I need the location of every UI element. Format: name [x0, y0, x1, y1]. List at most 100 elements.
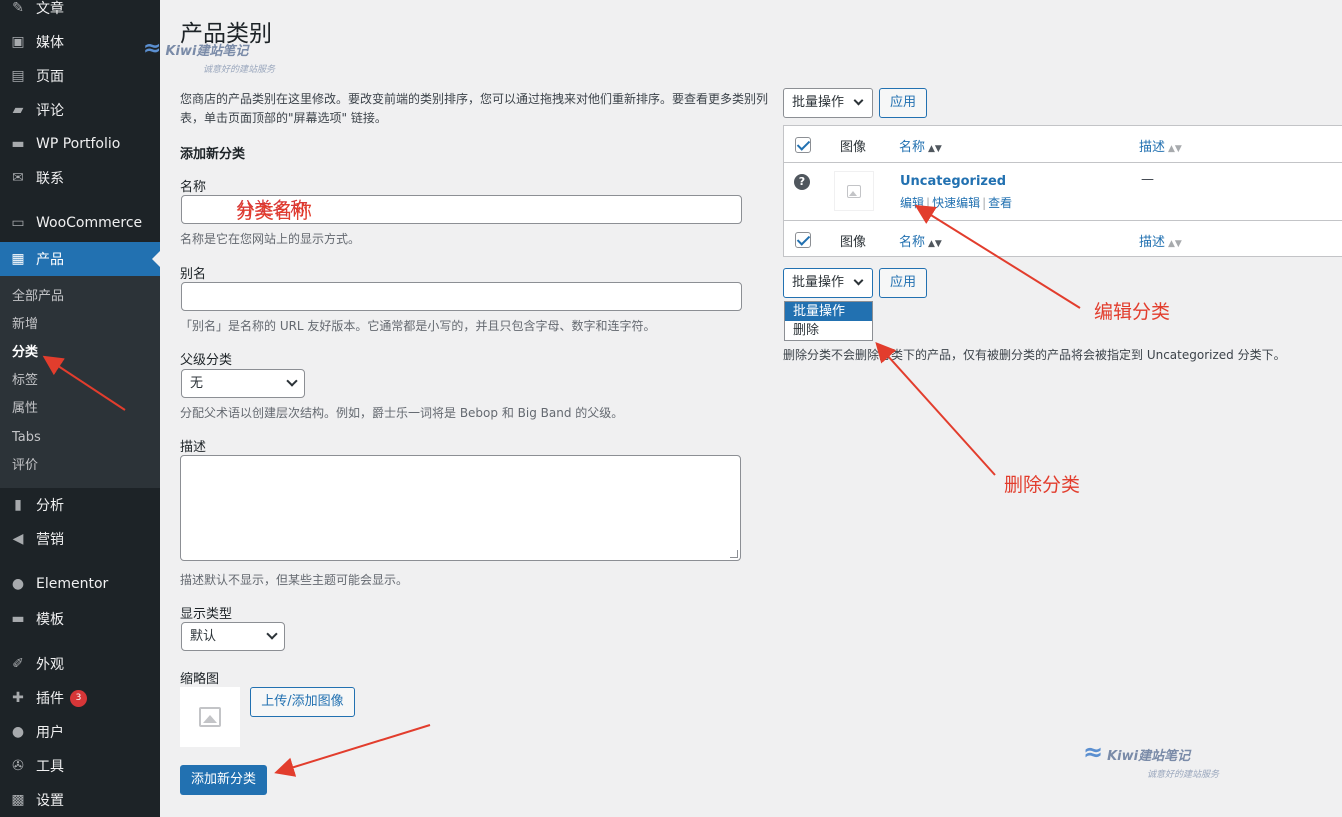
arrow-to-add-button — [274, 724, 431, 777]
description-textarea[interactable] — [180, 455, 741, 561]
sort-icon: ▲▼ — [1168, 144, 1182, 154]
watermark-bottom: ≈ Kiwi建站笔记 诚意好的建站服务 — [1083, 738, 1220, 780]
menu-templates[interactable]: ▬ 模板 — [0, 602, 160, 636]
col-name-footer[interactable]: 名称 ▲▼ — [899, 231, 942, 250]
submenu-tags[interactable]: 标签 — [12, 371, 38, 391]
media-icon: ▣ — [11, 34, 25, 50]
chevron-down-icon — [266, 628, 278, 640]
menu-media[interactable]: ▣ 媒体 — [0, 25, 160, 59]
bulk-actions-select-top[interactable]: 批量操作 — [783, 88, 873, 118]
products-submenu: 全部产品 新增 分类 标签 属性 Tabs 评价 — [0, 276, 160, 488]
menu-contact[interactable]: ✉ 联系 — [0, 161, 160, 195]
bulk-actions-select-bottom[interactable]: 批量操作 — [783, 268, 873, 298]
categories-table: 图像 名称 ▲▼ 描述 ▲▼ ? Uncategorized 编辑 | 快速编辑 | 查看 … — [783, 125, 1342, 257]
parent-select[interactable]: 无 — [181, 369, 305, 398]
admin-sidebar: ✎ 文章 ▣ 媒体 ▤ 页面 ▰ 评论 ▬ WP Portfolio ✉ 联系 ▭ WooCo… — [0, 0, 160, 817]
col-image-footer: 图像 — [840, 235, 867, 250]
watermark-top: ≈ Kiwi建站笔记 诚意好的建站服务 — [143, 36, 276, 75]
apply-button-bottom[interactable]: 应用 — [879, 268, 927, 298]
image-placeholder-icon — [199, 707, 221, 727]
pin-icon: ✎ — [12, 0, 24, 16]
slug-label: 别名 — [180, 267, 207, 282]
menu-woocommerce[interactable]: ▭ WooCommerce — [0, 206, 160, 240]
submenu-add-new[interactable]: 新增 — [12, 315, 38, 335]
menu-pages[interactable]: ▤ 页面 — [0, 59, 160, 93]
submenu-tabs[interactable]: Tabs — [12, 428, 41, 448]
dropdown-option-bulk[interactable]: 批量操作 — [785, 302, 872, 321]
form-heading: 添加新分类 — [180, 147, 246, 162]
help-icon: ? — [794, 174, 810, 190]
slug-input[interactable] — [181, 282, 742, 311]
header-divider — [784, 162, 1342, 163]
col-name-header[interactable]: 名称 ▲▼ — [899, 136, 942, 155]
watermark-logo-icon: ≈ — [143, 36, 162, 61]
menu-plugins[interactable]: ✚ 插件 3 — [0, 681, 160, 715]
row-edit-link[interactable]: 编辑 — [900, 196, 924, 210]
folder-icon: ▬ — [11, 611, 25, 627]
mail-icon: ✉ — [12, 170, 24, 186]
row-view-link[interactable]: 查看 — [988, 196, 1012, 210]
archive-icon: ▦ — [11, 251, 25, 267]
col-desc-footer[interactable]: 描述 ▲▼ — [1139, 231, 1182, 250]
annotation-edit: 编辑分类 — [1094, 301, 1171, 323]
submenu-categories[interactable]: 分类 — [12, 343, 38, 363]
row-actions: 编辑 | 快速编辑 | 查看 — [900, 196, 1013, 210]
menu-tools[interactable]: ✇ 工具 — [0, 749, 160, 783]
bar-chart-icon: ▮ — [14, 497, 22, 513]
watermark-logo-icon: ≈ — [1083, 738, 1104, 766]
select-all-checkbox[interactable] — [795, 137, 811, 153]
menu-users[interactable]: ● 用户 — [0, 715, 160, 749]
submenu-attributes[interactable]: 属性 — [12, 399, 38, 419]
plugin-icon: ✚ — [12, 690, 24, 706]
add-category-button[interactable]: 添加新分类 — [180, 765, 267, 795]
menu-posts[interactable]: ✎ 文章 — [0, 0, 160, 25]
col-image-header: 图像 — [840, 140, 867, 155]
thumbnail-preview — [180, 687, 240, 747]
wrench-icon: ✇ — [12, 758, 24, 774]
brush-icon: ✐ — [12, 656, 24, 672]
parent-description: 分配父术语以创建层次结构。例如，爵士乐一词将是 Bebop 和 Big Band… — [180, 406, 624, 420]
sort-icon: ▲▼ — [1168, 239, 1182, 249]
user-icon: ● — [11, 724, 25, 740]
annotation-name: 分类名称 — [236, 201, 313, 223]
arrow-to-delete — [875, 342, 996, 476]
menu-wp-portfolio[interactable]: ▬ WP Portfolio — [0, 127, 160, 161]
display-type-select[interactable]: 默认 — [181, 622, 285, 651]
display-type-label: 显示类型 — [180, 607, 233, 622]
chevron-down-icon — [853, 95, 864, 106]
upload-image-button[interactable]: 上传/添加图像 — [250, 687, 355, 717]
page-icon: ▤ — [11, 68, 25, 84]
name-description: 名称是它在您网站上的显示方式。 — [180, 232, 361, 246]
comment-icon: ▰ — [12, 102, 24, 118]
settings-icon: ▩ — [11, 792, 25, 808]
menu-settings[interactable]: ▩ 设置 — [0, 783, 160, 817]
col-desc-header[interactable]: 描述 ▲▼ — [1139, 136, 1182, 155]
name-label: 名称 — [180, 180, 207, 195]
menu-appearance[interactable]: ✐ 外观 — [0, 647, 160, 681]
image-placeholder-icon — [847, 184, 861, 198]
folder-icon: ▬ — [11, 136, 25, 152]
thumbnail-label: 缩略图 — [180, 672, 220, 687]
sort-icon: ▲▼ — [928, 144, 942, 154]
apply-button-top[interactable]: 应用 — [879, 88, 927, 118]
annotation-delete: 删除分类 — [1004, 474, 1081, 496]
woo-icon: ▭ — [11, 215, 25, 231]
resize-handle-icon[interactable] — [730, 550, 738, 558]
submenu-all-products[interactable]: 全部产品 — [12, 287, 64, 307]
dropdown-option-delete[interactable]: 删除 — [785, 321, 872, 340]
sort-icon: ▲▼ — [928, 239, 942, 249]
delete-note: 删除分类不会删除分类下的产品，仅有被删分类的产品将会被指定到 Uncategor… — [783, 348, 1286, 362]
description-help: 描述默认不显示，但某些主题可能会显示。 — [180, 573, 409, 587]
submenu-reviews[interactable]: 评价 — [12, 456, 38, 476]
menu-analytics[interactable]: ▮ 分析 — [0, 488, 160, 522]
menu-comments[interactable]: ▰ 评论 — [0, 93, 160, 127]
menu-marketing[interactable]: ◀ 营销 — [0, 522, 160, 556]
menu-elementor[interactable]: ● Elementor — [0, 567, 160, 601]
row-quick-edit-link[interactable]: 快速编辑 — [932, 196, 980, 210]
row-description: — — [1141, 172, 1154, 187]
plugin-update-badge: 3 — [70, 689, 87, 707]
menu-products[interactable]: ▦ 产品 — [0, 242, 160, 276]
row-category-name[interactable]: Uncategorized — [900, 174, 1006, 189]
description-label: 描述 — [180, 440, 207, 455]
select-all-checkbox-footer[interactable] — [795, 232, 811, 248]
